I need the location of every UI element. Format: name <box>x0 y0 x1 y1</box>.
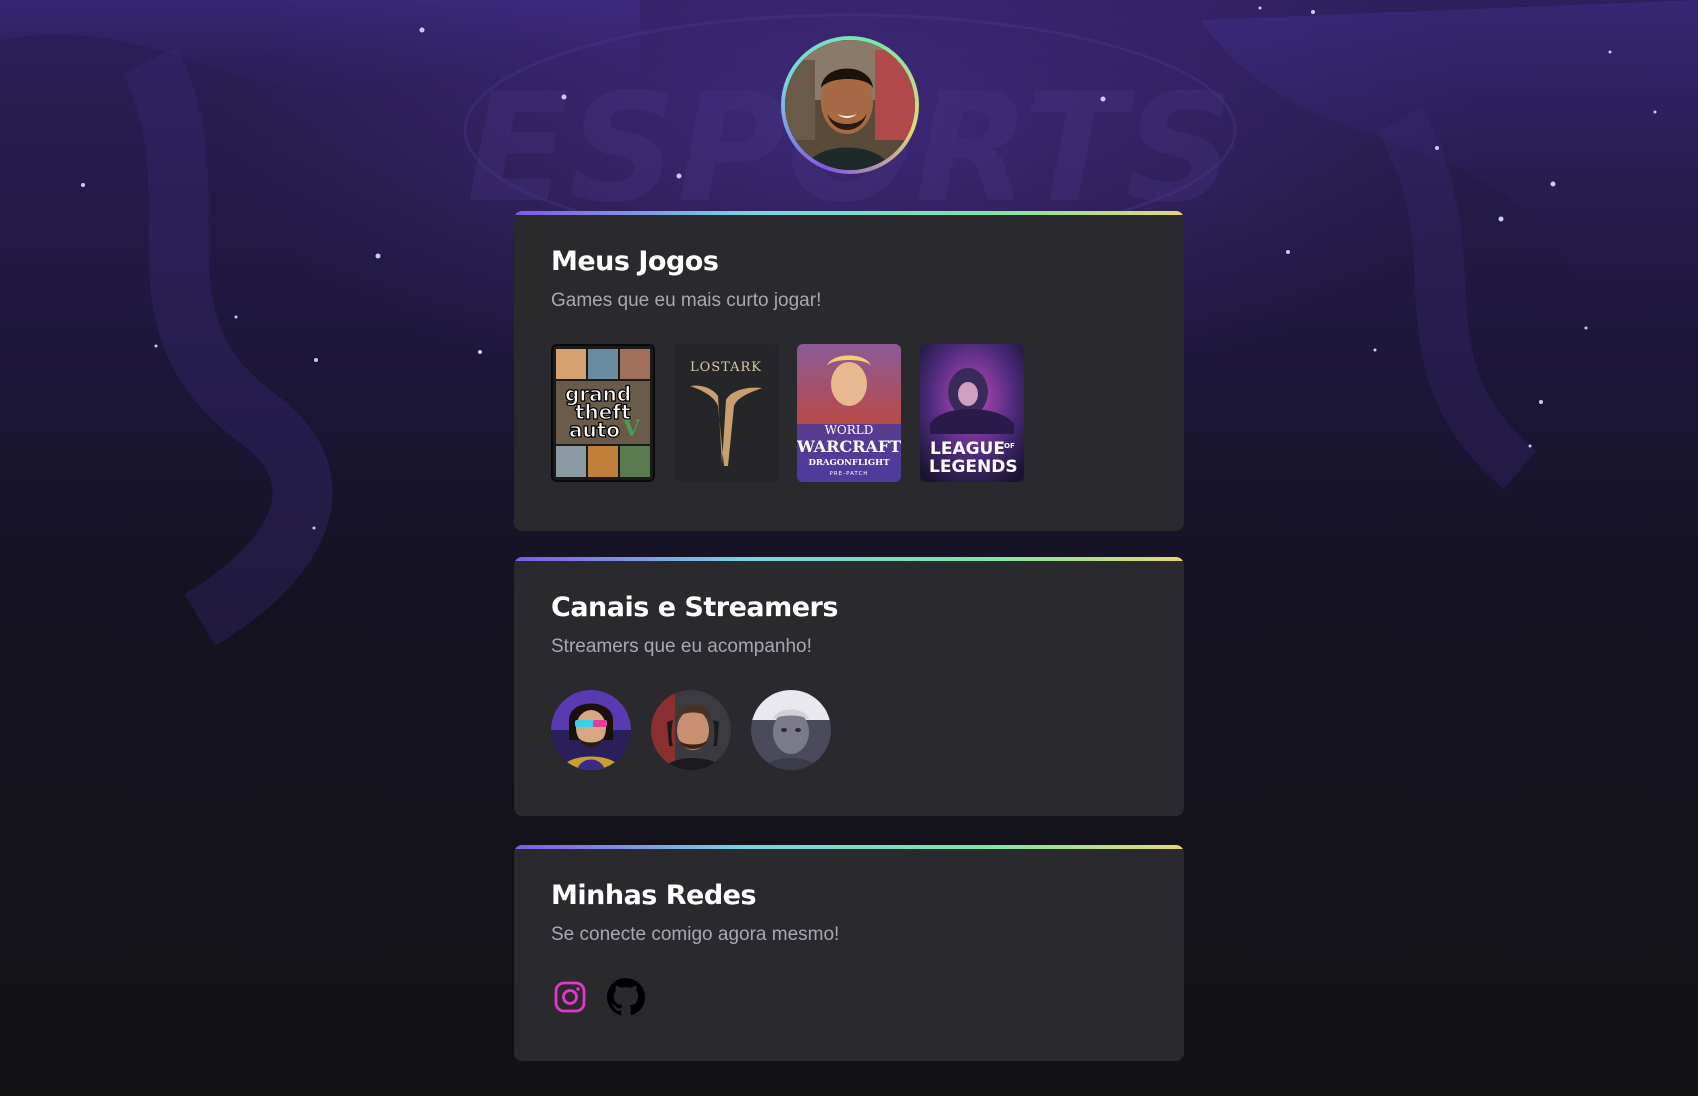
game-lost-ark[interactable]: LOSTARK <box>674 344 778 482</box>
svg-text:auto: auto <box>569 418 620 442</box>
social-subtitle: Se conecte comigo agora mesmo! <box>551 924 840 945</box>
games-title: Meus Jogos <box>551 246 719 277</box>
streamer-avatar-2[interactable] <box>651 690 731 770</box>
svg-text:PRE-PATCH: PRE-PATCH <box>830 471 869 477</box>
instagram-icon <box>554 981 586 1013</box>
streamers-list <box>551 690 1147 770</box>
svg-text:LOSTARK: LOSTARK <box>690 360 762 375</box>
games-subtitle: Games que eu mais curto jogar! <box>551 290 822 311</box>
game-world-of-warcraft[interactable]: WORLD WARCRAFT DRAGONFLIGHT PRE-PATCH <box>797 344 901 482</box>
game-gta-v[interactable]: grand theft auto V <box>551 344 655 482</box>
game-league-of-legends[interactable]: LEAGUE OF LEGENDS <box>920 344 1024 482</box>
streamers-card: Canais e Streamers Streamers que eu acom… <box>514 557 1184 816</box>
social-card: Minhas Redes Se conecte comigo agora mes… <box>514 845 1184 1061</box>
games-list: grand theft auto V LOSTARK WORLD WARCRAF… <box>551 344 1147 482</box>
svg-text:WORLD: WORLD <box>825 423 874 437</box>
svg-text:LEAGUE: LEAGUE <box>930 439 1005 459</box>
streamers-title: Canais e Streamers <box>551 592 838 623</box>
profile-avatar <box>781 36 919 174</box>
svg-text:DRAGONFLIGHT: DRAGONFLIGHT <box>808 458 890 468</box>
github-link[interactable] <box>607 978 645 1016</box>
streamer-avatar-3[interactable] <box>751 690 831 770</box>
games-card: Meus Jogos Games que eu mais curto jogar… <box>514 211 1184 531</box>
social-links <box>551 978 1147 1016</box>
svg-text:OF: OF <box>1004 442 1015 450</box>
github-icon <box>607 978 645 1016</box>
svg-text:LEGENDS: LEGENDS <box>929 457 1018 477</box>
instagram-link[interactable] <box>551 978 589 1016</box>
profile-photo <box>785 40 915 170</box>
streamers-subtitle: Streamers que eu acompanho! <box>551 636 812 657</box>
svg-text:WARCRAFT: WARCRAFT <box>797 437 901 456</box>
svg-text:V: V <box>622 416 641 442</box>
streamer-avatar-1[interactable] <box>551 690 631 770</box>
social-title: Minhas Redes <box>551 880 757 911</box>
